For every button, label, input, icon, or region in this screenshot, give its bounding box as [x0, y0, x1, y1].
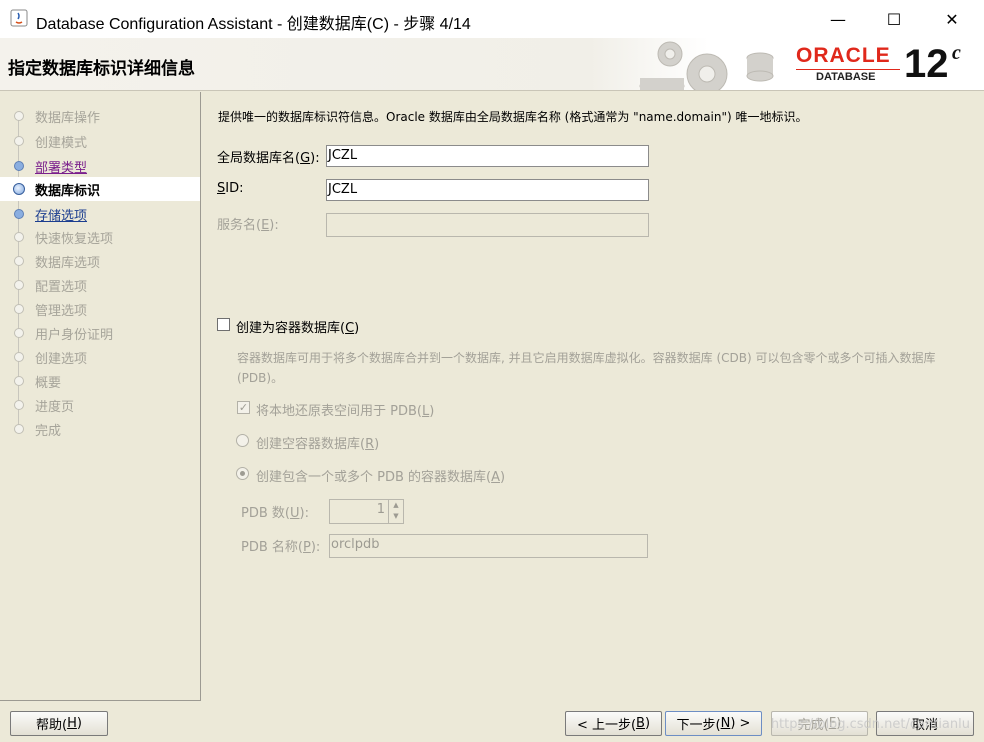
step-marker-icon	[13, 183, 25, 195]
empty-cdb-radio	[236, 434, 249, 447]
minimize-button[interactable]: —	[815, 0, 861, 38]
step-marker-icon	[14, 256, 24, 266]
step-marker-icon	[14, 304, 24, 314]
page-header: 指定数据库标识详细信息 ORACLE DATABASE 12 c	[0, 38, 984, 95]
close-button[interactable]: ✕	[929, 0, 975, 38]
oracle-sub: DATABASE	[816, 71, 876, 83]
cdb-with-pdbs-label: 创建包含一个或多个 PDB 的容器数据库(A)	[256, 470, 506, 485]
step-marker-icon	[14, 136, 24, 146]
nav-item-progress: 进度页	[0, 393, 200, 417]
step-marker-icon	[14, 111, 24, 121]
pdb-name-input: orclpdb	[329, 534, 648, 558]
nav-item-database-options: 数据库选项	[0, 249, 200, 273]
cdb-with-pdbs-radio	[236, 467, 249, 480]
nav-item-user-credentials: 用户身份证明	[0, 321, 200, 345]
nav-item-summary: 概要	[0, 369, 200, 393]
step-marker-icon	[14, 424, 24, 434]
pdb-name-label: PDB 名称(P):	[241, 540, 321, 555]
back-button[interactable]: < 上一步(B)	[565, 711, 662, 736]
step-marker-icon	[14, 209, 24, 219]
spinner-arrows-icon: ▲ ▼	[388, 500, 403, 523]
nav-item-database-operation: 数据库操作	[0, 104, 200, 128]
service-name-input	[326, 213, 649, 237]
step-marker-icon	[14, 376, 24, 386]
nav-item-deployment-type[interactable]: 部署类型	[0, 154, 200, 178]
oracle-logo: ORACLE DATABASE 12 c	[796, 42, 976, 88]
nav-item-fast-recovery: 快速恢复选项	[0, 225, 200, 249]
use-local-undo-label: 将本地还原表空间用于 PDB(L)	[256, 404, 435, 419]
help-button[interactable]: 帮助(H)	[10, 711, 108, 736]
minimize-icon: —	[830, 9, 846, 29]
version-number: 12	[904, 42, 949, 86]
gears-icon	[632, 38, 782, 95]
global-db-name-label: 全局数据库名(G):	[217, 151, 320, 166]
nav-item-management-options: 管理选项	[0, 297, 200, 321]
empty-cdb-label: 创建空容器数据库(R)	[256, 437, 380, 452]
oracle-brand: ORACLE	[796, 44, 891, 67]
version-suffix: c	[952, 42, 961, 64]
nav-item-database-identification[interactable]: 数据库标识	[0, 177, 200, 201]
container-db-description: 容器数据库可用于将多个数据库合并到一个数据库, 并且它启用数据库虚拟化。容器数据…	[237, 351, 936, 385]
maximize-icon: ☐	[886, 9, 902, 29]
service-name-label: 服务名(E):	[217, 218, 279, 233]
nav-item-finish: 完成	[0, 417, 200, 441]
step-navigation: 数据库操作 创建模式 部署类型 数据库标识 存储选项 快速恢复选项 数据库选项 …	[0, 92, 201, 701]
next-button[interactable]: 下一步(N) >	[665, 711, 762, 736]
nav-item-creation-options: 创建选项	[0, 345, 200, 369]
use-local-undo-checkbox: ✓	[237, 401, 250, 414]
sid-label: SID:	[217, 181, 244, 196]
pdb-count-stepper: 1 ▲ ▼	[329, 499, 404, 524]
container-db-label[interactable]: 创建为容器数据库(C)	[236, 317, 359, 336]
step-marker-icon	[14, 400, 24, 410]
window-title: Database Configuration Assistant - 创建数据库…	[36, 16, 471, 33]
pdb-count-label: PDB 数(U):	[241, 506, 309, 521]
nav-item-config-options: 配置选项	[0, 273, 200, 297]
container-db-checkbox[interactable]	[217, 318, 230, 331]
global-db-name-input[interactable]: JCZL	[326, 145, 649, 167]
step-marker-icon	[14, 280, 24, 290]
title-bar: Database Configuration Assistant - 创建数据库…	[0, 0, 984, 38]
step-marker-icon	[14, 232, 24, 242]
step-marker-icon	[14, 328, 24, 338]
intro-text: 提供唯一的数据库标识符信息。Oracle 数据库由全局数据库名称 (格式通常为 …	[218, 110, 808, 124]
sid-input[interactable]: JCZL	[326, 179, 649, 201]
nav-item-creation-mode: 创建模式	[0, 129, 200, 153]
page-title: 指定数据库标识详细信息	[8, 59, 195, 79]
maximize-button[interactable]: ☐	[871, 0, 917, 38]
close-icon: ✕	[945, 9, 959, 29]
watermark: https://blog.csdn.net/cantianlu	[770, 717, 970, 732]
nav-item-storage-option[interactable]: 存储选项	[0, 202, 200, 226]
checkmark-icon: ✓	[238, 401, 249, 414]
step-marker-icon	[14, 352, 24, 362]
step-marker-icon	[14, 161, 24, 171]
app-icon	[10, 9, 28, 27]
